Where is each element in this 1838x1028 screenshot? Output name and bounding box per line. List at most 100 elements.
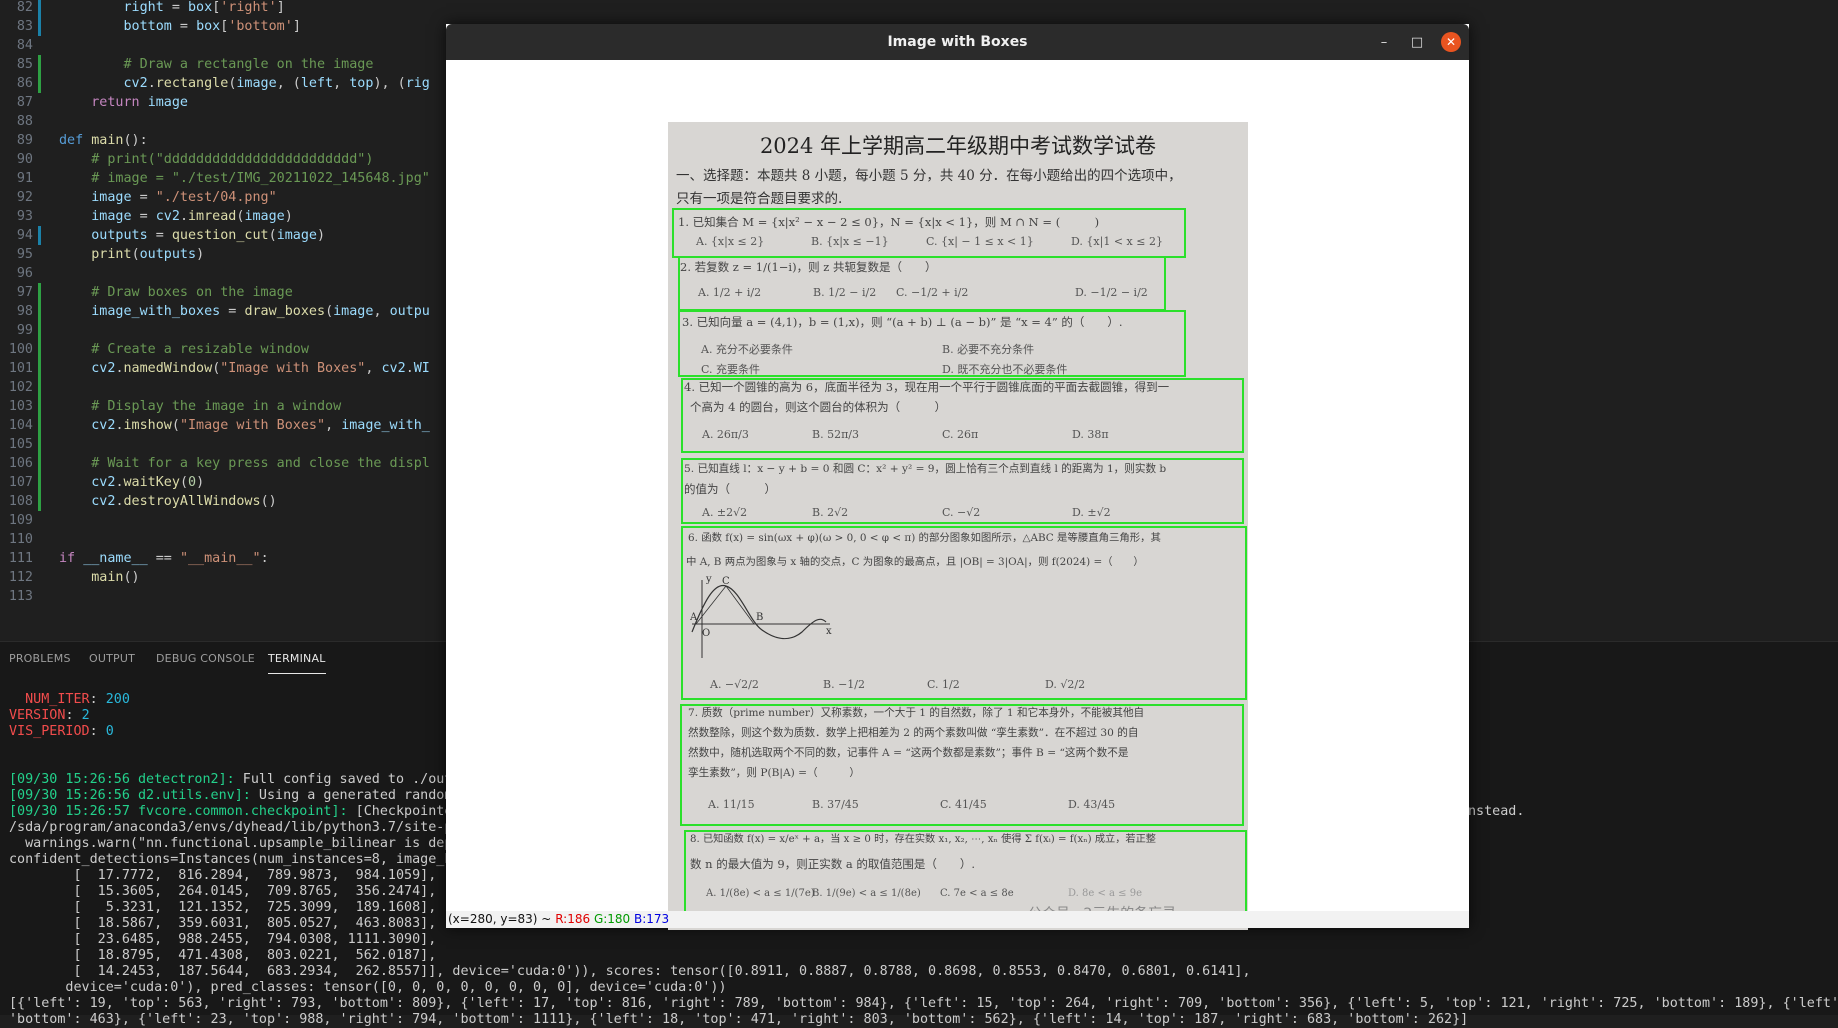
code-text: cv2.waitKey(0) (91, 475, 205, 490)
detection-box (680, 704, 1244, 826)
line-number: 111 (8, 551, 33, 566)
maximize-icon[interactable]: □ (1407, 33, 1427, 53)
tab-debug-console[interactable]: DEBUG CONSOLE (156, 652, 255, 665)
terminal-line: 'bottom': 463}, {'left': 23, 'top': 988,… (9, 1012, 1469, 1027)
terminal-log-line: [09/30 15:26:56 d2.utils.env]: Using a g… (9, 788, 453, 803)
detection-box (681, 378, 1244, 453)
line-number: 84 (16, 38, 33, 53)
code-text: cv2.namedWindow("Image with Boxes", cv2.… (91, 361, 430, 376)
git-gutter-marker (38, 74, 41, 93)
code-text: # Create a resizable window (91, 342, 309, 357)
terminal-line: [ 5.3231, 121.1352, 725.3099, 189.1608], (9, 900, 437, 915)
code-text: # print("dddddddddddddddddddddddd") (91, 152, 374, 167)
git-gutter-marker (38, 0, 41, 17)
line-number: 85 (16, 57, 33, 72)
code-text: print(outputs) (91, 247, 205, 262)
detection-box (681, 458, 1244, 524)
detection-box (684, 830, 1247, 920)
terminal-log-line: [09/30 15:26:56 detectron2]: Full config… (9, 772, 453, 787)
line-number: 95 (16, 247, 33, 262)
line-number: 108 (8, 494, 33, 509)
image-window[interactable]: Image with Boxes – □ ✕ 2024 年上学期高二年级期中考试… (446, 24, 1469, 930)
line-number: 113 (8, 589, 33, 604)
line-number: 109 (8, 513, 33, 528)
terminal-line: [ 23.6485, 988.2455, 794.0308, 1111.3090… (9, 932, 437, 947)
git-gutter-marker (38, 283, 41, 302)
git-gutter-marker (38, 340, 41, 359)
cursor-coords: (x=280, y=83) ~ (448, 912, 552, 926)
line-number: 101 (8, 361, 33, 376)
line-number: 82 (16, 0, 33, 15)
terminal-line: [ 18.5867, 359.6031, 805.0527, 463.8083]… (9, 916, 437, 931)
line-number: 98 (16, 304, 33, 319)
line-number: 100 (8, 342, 33, 357)
pixel-b: B:173 (634, 912, 670, 926)
code-text: def main(): (59, 133, 148, 148)
git-gutter-marker (38, 454, 41, 473)
terminal-line: [{'left': 19, 'top': 563, 'right': 793, … (9, 996, 1838, 1011)
image-canvas[interactable]: 2024 年上学期高二年级期中考试数学试卷 一、选择题：本题共 8 小题，每小题… (446, 60, 1469, 930)
terminal-line: nstead. (1468, 804, 1525, 819)
terminal-line: [ 14.2453, 187.5644, 683.2934, 262.8557]… (9, 964, 1251, 979)
line-number: 96 (16, 266, 33, 281)
exam-intro: 一、选择题：本题共 8 小题，每小题 5 分，共 40 分．在每小题给出的四个选… (676, 168, 1182, 184)
line-number: 86 (16, 76, 33, 91)
line-number: 83 (16, 19, 33, 34)
terminal-line: [ 17.7772, 816.2894, 789.9873, 984.1059]… (9, 868, 437, 883)
code-text: return image (91, 95, 188, 110)
code-text: # Draw a rectangle on the image (123, 57, 374, 72)
code-text: # Display the image in a window (91, 399, 342, 414)
git-gutter-marker (38, 302, 41, 321)
code-text: right = box['right'] (123, 0, 285, 15)
line-number: 91 (16, 171, 33, 186)
git-gutter-marker (38, 473, 41, 492)
close-icon[interactable]: ✕ (1441, 32, 1461, 52)
terminal-log-line: [09/30 15:26:57 fvcore.common.checkpoint… (9, 804, 453, 819)
git-gutter-marker (38, 226, 41, 245)
terminal-line: confident_detections=Instances(num_insta… (9, 852, 453, 867)
window-title: Image with Boxes (887, 34, 1028, 50)
line-number: 106 (8, 456, 33, 471)
minimize-icon[interactable]: – (1374, 33, 1394, 53)
code-text: # Draw boxes on the image (91, 285, 293, 300)
terminal-config-line: VIS_PERIOD: 0 (9, 724, 114, 739)
git-gutter-marker (38, 55, 41, 74)
git-gutter-marker (38, 492, 41, 511)
code-text: if __name__ == "__main__": (59, 551, 269, 566)
line-number: 94 (16, 228, 33, 243)
line-number: 88 (16, 114, 33, 129)
line-number: 89 (16, 133, 33, 148)
line-number: 105 (8, 437, 33, 452)
git-gutter-marker (38, 359, 41, 378)
line-number: 102 (8, 380, 33, 395)
tab-output[interactable]: OUTPUT (89, 652, 135, 665)
detection-box (678, 310, 1186, 377)
git-gutter-marker (38, 17, 41, 36)
pixel-r: R:186 (555, 912, 591, 926)
code-text: cv2.imshow("Image with Boxes", image_wit… (91, 418, 430, 433)
terminal-line: [ 18.8795, 471.4308, 803.0221, 562.0187]… (9, 948, 437, 963)
code-text: cv2.rectangle(image, (left, top), (rig (123, 76, 430, 91)
line-number: 103 (8, 399, 33, 414)
line-number: 97 (16, 285, 33, 300)
line-number: 90 (16, 152, 33, 167)
code-text: image = "./test/04.png" (91, 190, 277, 205)
tab-terminal[interactable]: TERMINAL (268, 652, 326, 674)
line-number: 112 (8, 570, 33, 585)
code-line[interactable]: 82 right = box['right'] (0, 0, 1838, 17)
detection-box (681, 526, 1247, 700)
terminal-line: [ 15.3605, 264.0145, 709.8765, 356.2474]… (9, 884, 437, 899)
line-number: 93 (16, 209, 33, 224)
detection-box (678, 256, 1166, 311)
tab-problems[interactable]: PROBLEMS (9, 652, 71, 665)
code-text: image_with_boxes = draw_boxes(image, out… (91, 304, 430, 319)
terminal-config-line: NUM_ITER: 200 (9, 692, 130, 707)
code-text: bottom = box['bottom'] (123, 19, 301, 34)
terminal-config-line: VERSION: 2 (9, 708, 90, 723)
window-statusbar: (x=280, y=83) ~ R:186 G:180 B:173 (446, 911, 1469, 928)
exam-paper-image: 2024 年上学期高二年级期中考试数学试卷 一、选择题：本题共 8 小题，每小题… (668, 122, 1248, 930)
code-text: main() (91, 570, 140, 585)
window-titlebar[interactable]: Image with Boxes – □ ✕ (446, 24, 1469, 60)
git-gutter-marker (38, 397, 41, 416)
terminal-line: device='cuda:0'), pred_classes: tensor([… (9, 980, 727, 995)
